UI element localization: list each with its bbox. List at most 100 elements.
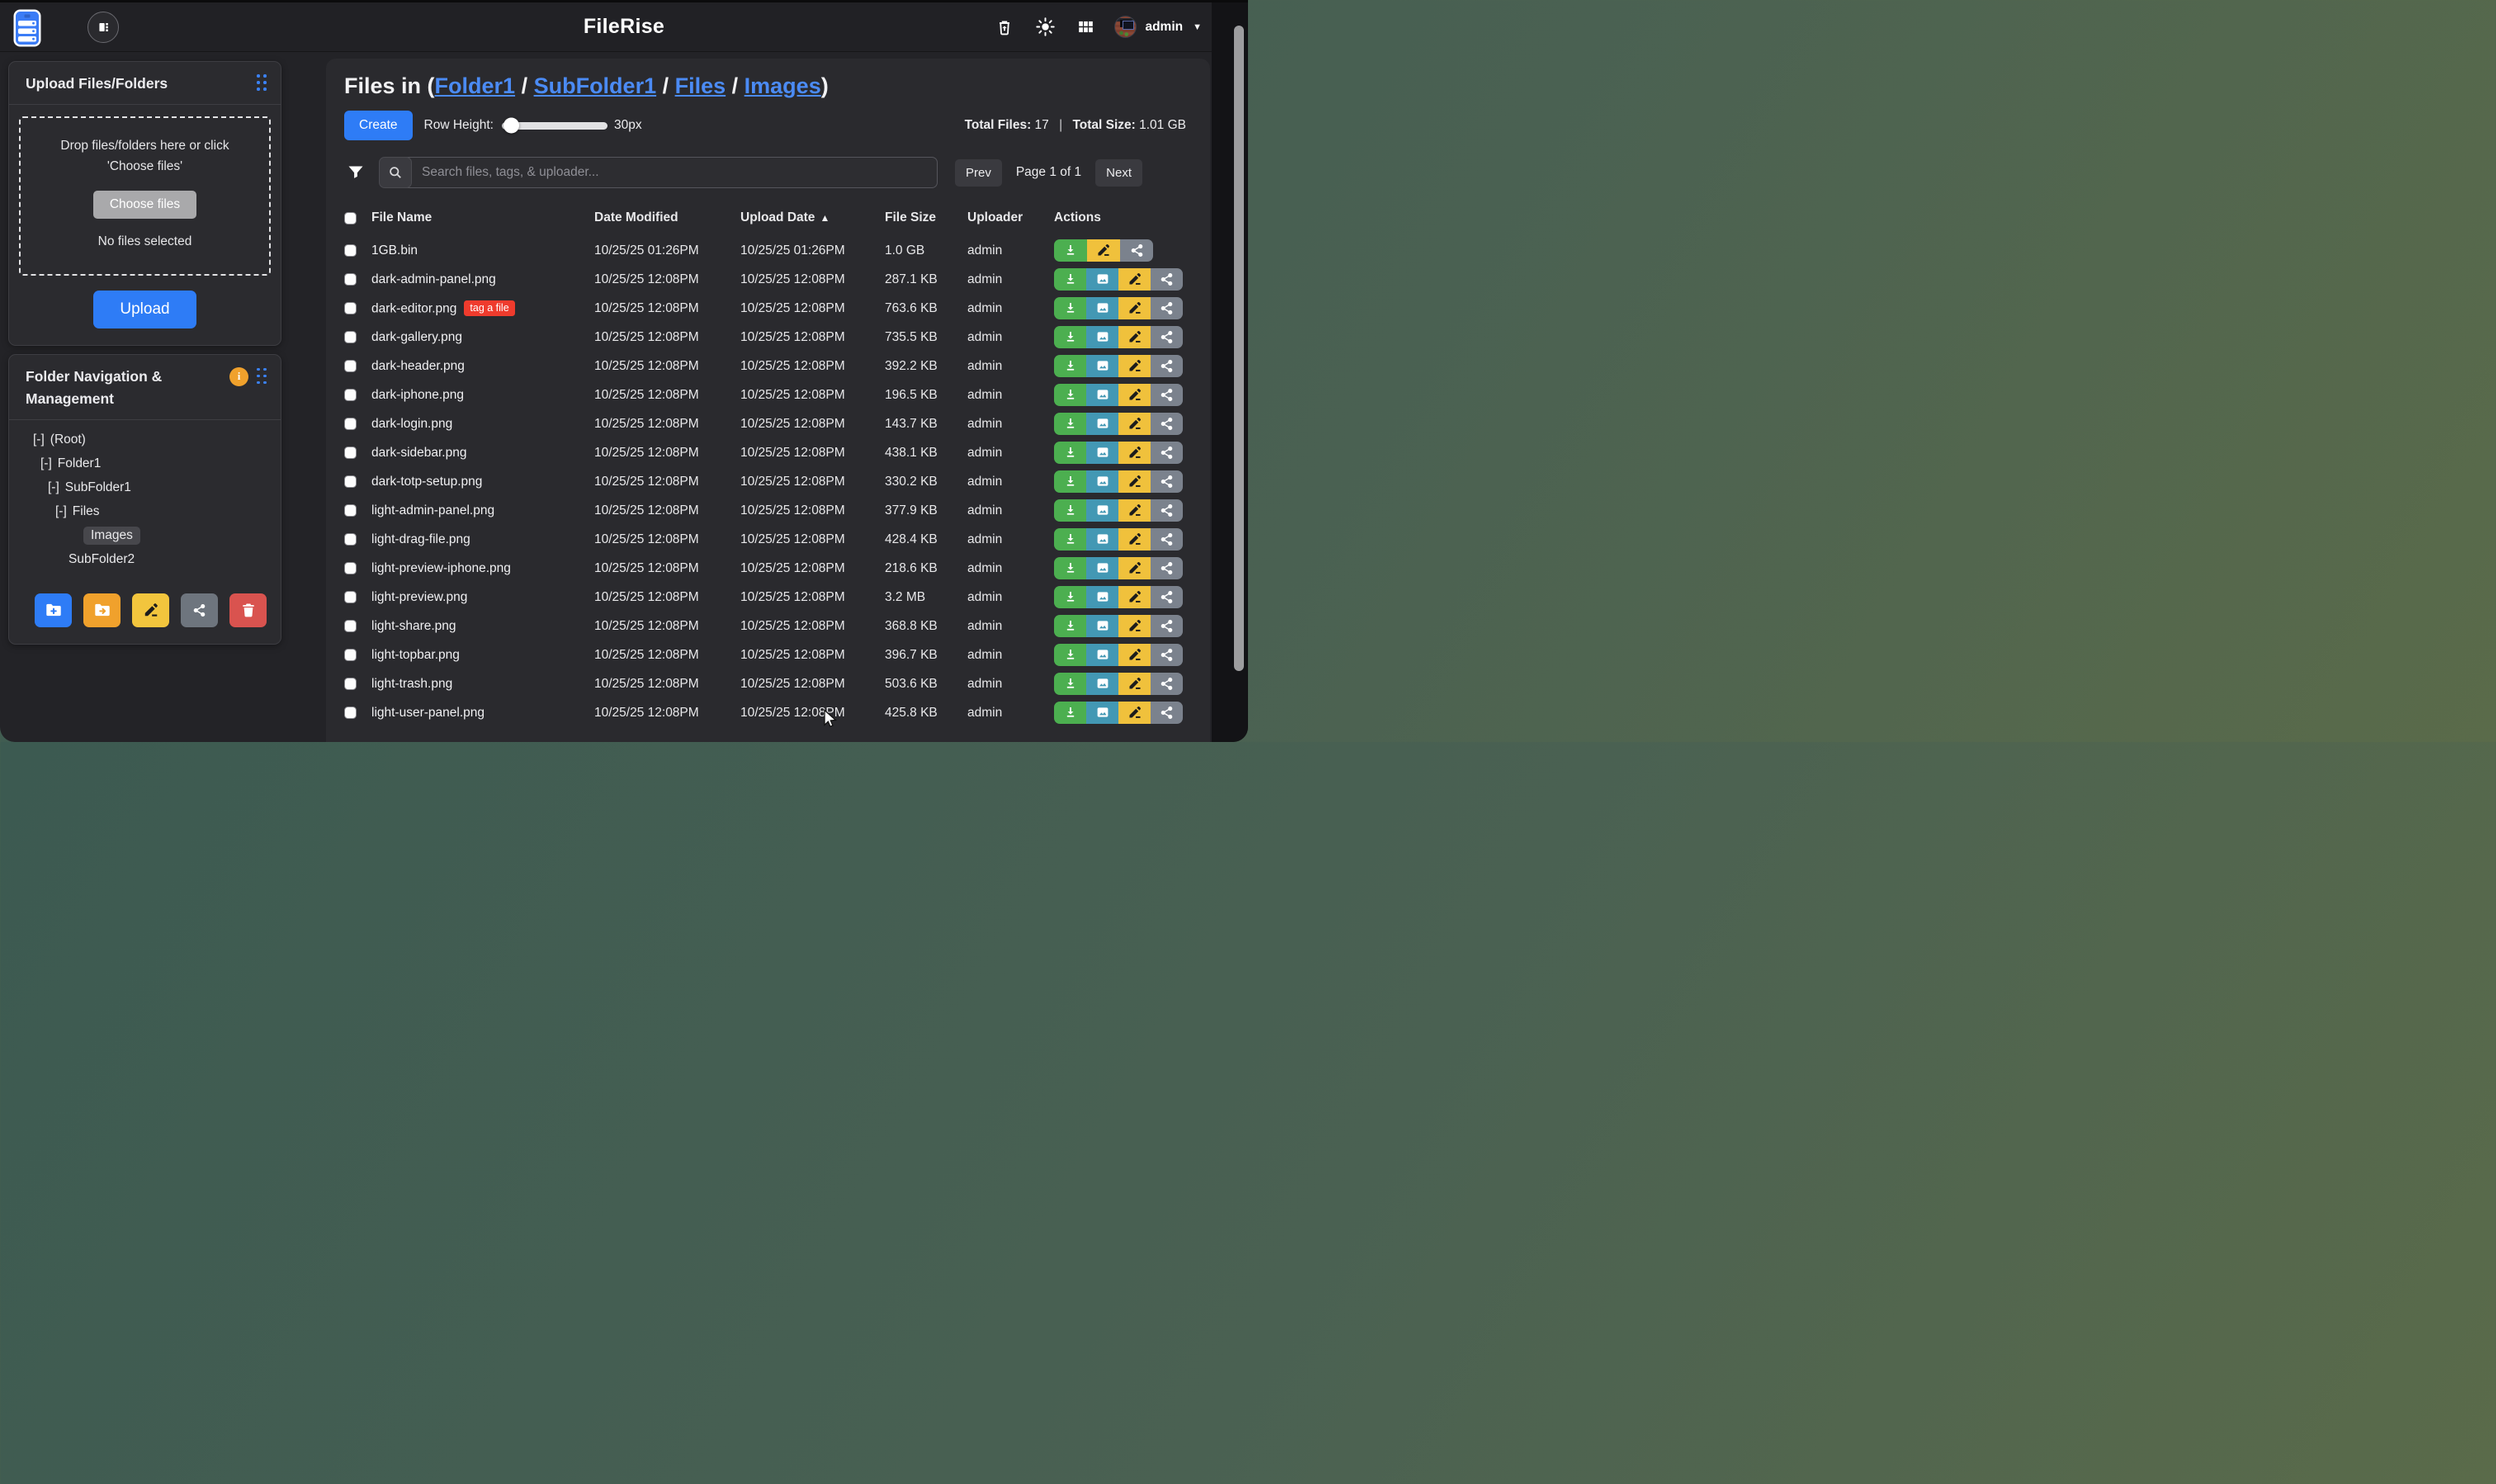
file-name[interactable]: light-preview-iphone.png [371, 561, 594, 576]
preview-button[interactable] [1086, 442, 1118, 464]
row-checkbox[interactable] [344, 591, 357, 603]
upload-dropzone[interactable]: Drop files/folders here or click 'Choose… [19, 116, 271, 275]
download-button[interactable] [1054, 239, 1087, 262]
edit-button[interactable] [1118, 528, 1151, 551]
search-icon-button[interactable] [379, 157, 412, 188]
info-icon[interactable]: i [229, 367, 248, 386]
edit-button[interactable] [1118, 442, 1151, 464]
row-checkbox[interactable] [344, 707, 357, 719]
file-name[interactable]: dark-admin-panel.png [371, 272, 594, 287]
edit-button[interactable] [1087, 239, 1120, 262]
file-name[interactable]: light-share.png [371, 619, 594, 634]
download-button[interactable] [1054, 326, 1086, 348]
download-button[interactable] [1054, 297, 1086, 319]
preview-button[interactable] [1086, 384, 1118, 406]
file-name[interactable]: dark-editor.pngtag a file [371, 300, 594, 317]
column-header-file-size[interactable]: File Size [885, 210, 967, 225]
download-button[interactable] [1054, 644, 1086, 666]
share-button[interactable] [1151, 355, 1183, 377]
slider-thumb[interactable] [503, 118, 519, 134]
row-checkbox[interactable] [344, 244, 357, 257]
share-button[interactable] [1151, 615, 1183, 637]
row-checkbox[interactable] [344, 649, 357, 661]
row-checkbox[interactable] [344, 475, 357, 488]
view-grid-button[interactable] [1075, 17, 1096, 37]
download-button[interactable] [1054, 413, 1086, 435]
breadcrumb-link-subfolder1[interactable]: SubFolder1 [534, 73, 657, 98]
download-button[interactable] [1054, 384, 1086, 406]
download-button[interactable] [1054, 442, 1086, 464]
file-name[interactable]: dark-totp-setup.png [371, 475, 594, 489]
tree-toggle-icon[interactable]: [-] [40, 456, 52, 471]
row-checkbox[interactable] [344, 302, 357, 314]
file-name[interactable]: light-topbar.png [371, 648, 594, 663]
tree-label[interactable]: (Root) [50, 432, 86, 447]
preview-button[interactable] [1086, 702, 1118, 724]
preview-button[interactable] [1086, 326, 1118, 348]
share-folder-button[interactable] [181, 593, 218, 627]
tree-label[interactable]: Images [83, 527, 140, 545]
filter-button[interactable] [344, 163, 367, 182]
preview-button[interactable] [1086, 499, 1118, 522]
share-button[interactable] [1151, 586, 1183, 608]
edit-button[interactable] [1118, 297, 1151, 319]
edit-button[interactable] [1118, 673, 1151, 695]
tree-label[interactable]: Files [73, 504, 100, 519]
download-button[interactable] [1054, 586, 1086, 608]
row-checkbox[interactable] [344, 562, 357, 574]
share-button[interactable] [1151, 644, 1183, 666]
preview-button[interactable] [1086, 268, 1118, 291]
share-button[interactable] [1151, 384, 1183, 406]
preview-button[interactable] [1086, 470, 1118, 493]
tree-item-folder1[interactable]: [-]Folder1 [9, 452, 281, 476]
download-button[interactable] [1054, 528, 1086, 551]
download-button[interactable] [1054, 615, 1086, 637]
preview-button[interactable] [1086, 615, 1118, 637]
download-button[interactable] [1054, 557, 1086, 579]
edit-button[interactable] [1118, 499, 1151, 522]
file-name[interactable]: dark-sidebar.png [371, 446, 594, 461]
column-header-file-name[interactable]: File Name [371, 210, 594, 225]
file-name[interactable]: dark-gallery.png [371, 330, 594, 345]
edit-button[interactable] [1118, 470, 1151, 493]
delete-folder-button[interactable] [229, 593, 267, 627]
edit-button[interactable] [1118, 355, 1151, 377]
download-button[interactable] [1054, 702, 1086, 724]
edit-button[interactable] [1118, 413, 1151, 435]
column-header-actions[interactable]: Actions [1054, 210, 1186, 225]
file-name[interactable]: dark-login.png [371, 417, 594, 432]
share-button[interactable] [1151, 442, 1183, 464]
share-button[interactable] [1151, 470, 1183, 493]
prev-page-button[interactable]: Prev [955, 159, 1002, 187]
theme-toggle-button[interactable] [1033, 15, 1057, 39]
row-checkbox[interactable] [344, 331, 357, 343]
download-button[interactable] [1054, 499, 1086, 522]
preview-button[interactable] [1086, 297, 1118, 319]
preview-button[interactable] [1086, 355, 1118, 377]
preview-button[interactable] [1086, 528, 1118, 551]
tree-toggle-icon[interactable]: [-] [33, 432, 45, 447]
drag-handle-icon[interactable] [257, 368, 267, 385]
row-checkbox[interactable] [344, 447, 357, 459]
drag-handle-icon[interactable] [257, 74, 267, 92]
tree-toggle-icon[interactable]: [-] [48, 480, 59, 495]
filerise-logo-icon[interactable] [13, 9, 41, 47]
preview-button[interactable] [1086, 673, 1118, 695]
share-button[interactable] [1120, 239, 1153, 262]
edit-button[interactable] [1118, 586, 1151, 608]
share-button[interactable] [1151, 557, 1183, 579]
next-page-button[interactable]: Next [1095, 159, 1142, 187]
tree-toggle-icon[interactable]: [-] [55, 504, 67, 519]
column-header-upload-date[interactable]: Upload Date▲ [740, 210, 885, 225]
preview-button[interactable] [1086, 413, 1118, 435]
breadcrumb-link-files[interactable]: Files [675, 73, 726, 98]
preview-button[interactable] [1086, 644, 1118, 666]
tree-label[interactable]: SubFolder1 [65, 480, 131, 495]
preview-button[interactable] [1086, 586, 1118, 608]
trash-restore-button[interactable] [994, 16, 1015, 39]
share-button[interactable] [1151, 268, 1183, 291]
row-height-slider[interactable] [502, 122, 607, 130]
share-button[interactable] [1151, 673, 1183, 695]
row-checkbox[interactable] [344, 678, 357, 690]
download-button[interactable] [1054, 355, 1086, 377]
